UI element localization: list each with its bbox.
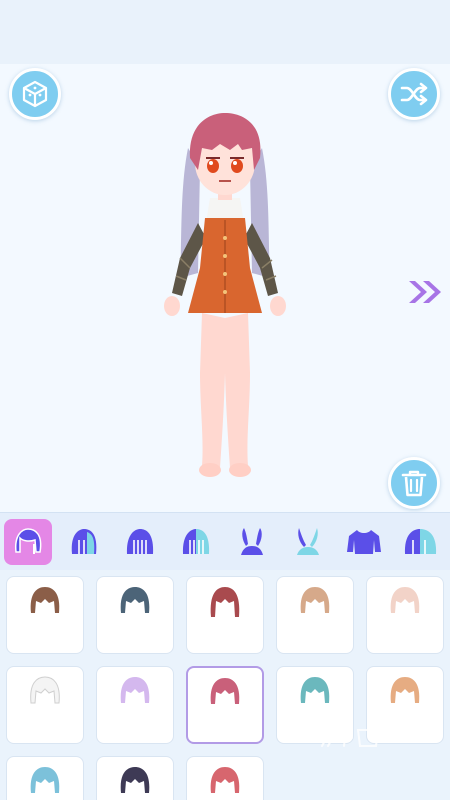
hair-thumbnail [210, 678, 240, 704]
bangs-icon [126, 529, 154, 554]
ribbon-ears-icon [297, 528, 319, 555]
hair-back-icon [71, 529, 97, 554]
hair-thumbnail [210, 587, 240, 617]
hair-color-icon [404, 529, 437, 554]
hair-thumbnail [120, 677, 150, 703]
tab-ribbon-ears[interactable] [284, 519, 332, 565]
hair-option-3[interactable] [186, 576, 264, 654]
hair-option-11[interactable] [6, 756, 84, 800]
hair-option-2[interactable] [96, 576, 174, 654]
hair-thumbnail [120, 767, 150, 793]
hair-front-icon [14, 528, 42, 554]
shuffle-icon [400, 82, 428, 106]
hair-option-7[interactable] [96, 666, 174, 744]
hair-thumbnail [300, 677, 330, 703]
tab-sweater[interactable] [340, 519, 388, 565]
hair-thumbnail [210, 767, 240, 793]
delete-button[interactable] [388, 457, 440, 509]
shuffle-button[interactable] [388, 68, 440, 120]
cube-box-icon [22, 80, 48, 108]
hair-option-13[interactable] [186, 756, 264, 800]
tab-bunny-ears[interactable] [228, 519, 276, 565]
avatar-character [164, 113, 286, 477]
hair-option-5[interactable] [366, 576, 444, 654]
hair-thumbnail [390, 587, 420, 613]
hair-thumbnail [30, 587, 60, 613]
tab-hair-side[interactable] [172, 519, 220, 565]
hair-option-1[interactable] [6, 576, 84, 654]
hair-thumbnail [30, 767, 60, 793]
double-chevron-right-icon[interactable] [405, 278, 445, 306]
trash-icon [401, 470, 427, 497]
sweater-icon [347, 530, 381, 554]
hair-options-grid [0, 570, 450, 800]
watermark-logo [321, 727, 380, 747]
hair-thumbnail [30, 676, 60, 704]
hair-option-4[interactable] [276, 576, 354, 654]
status-area [0, 0, 450, 64]
bunny-ears-icon [241, 528, 263, 555]
hair-thumbnail [120, 587, 150, 613]
random-box-button[interactable] [9, 68, 61, 120]
category-tab-bar [0, 512, 450, 570]
hair-thumbnail [300, 587, 330, 613]
tab-bangs[interactable] [116, 519, 164, 565]
tab-hair-color[interactable] [396, 519, 444, 565]
tab-hair-front[interactable] [4, 519, 52, 565]
tab-hair-back[interactable] [60, 519, 108, 565]
hair-thumbnail [390, 677, 420, 703]
hair-side-icon [182, 529, 210, 554]
hair-option-6[interactable] [6, 666, 84, 744]
hair-option-12[interactable] [96, 756, 174, 800]
hair-option-8-selected[interactable] [186, 666, 264, 744]
